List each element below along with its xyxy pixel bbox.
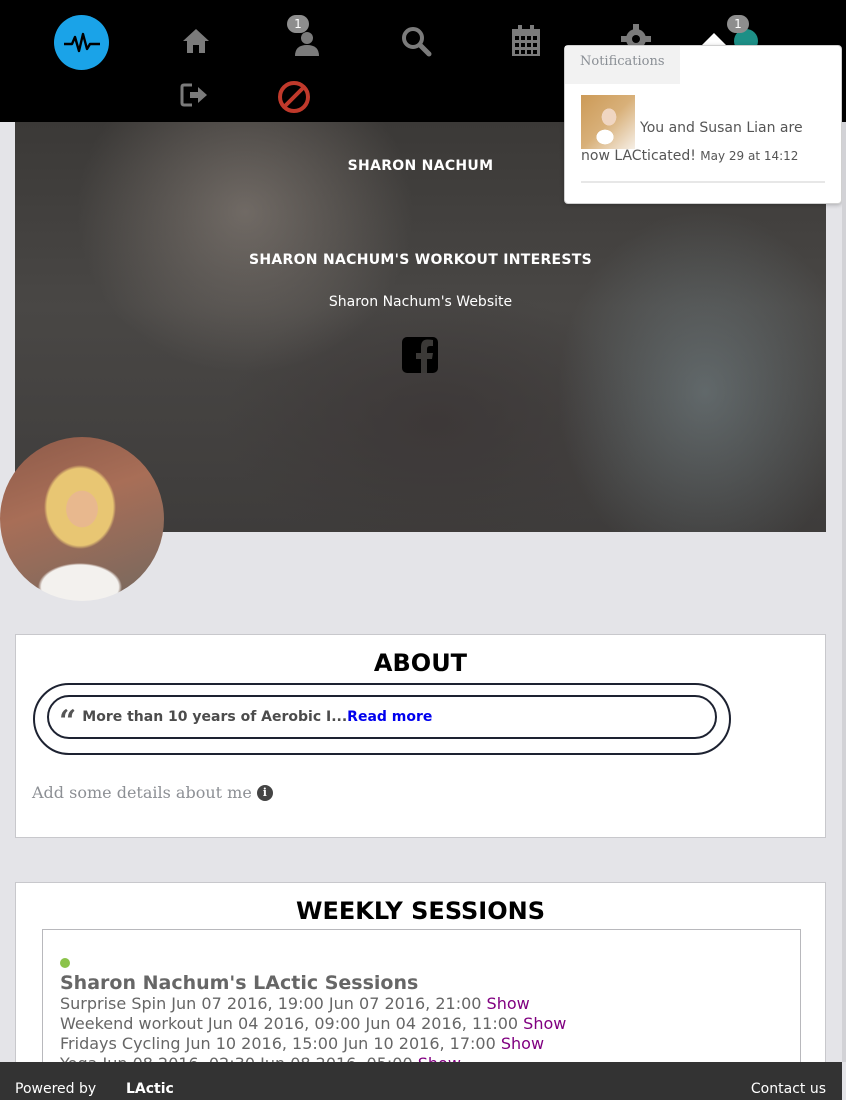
contact-us-link[interactable]: Contact us: [751, 1081, 826, 1097]
session-row: Fridays Cycling Jun 10 2016, 15:00 Jun 1…: [60, 1034, 544, 1053]
notification-divider: [581, 181, 825, 183]
footer-brand-link[interactable]: LActic: [126, 1081, 174, 1097]
footer-powered-by: Powered by: [15, 1081, 97, 1097]
sessions-heading: Sharon Nachum's LActic Sessions: [60, 972, 419, 994]
notification-text-line2: now LACticated!: [581, 148, 696, 164]
sessions-list: Sharon Nachum's LActic Sessions Surprise…: [42, 929, 801, 1071]
quote-icon: “: [59, 704, 77, 739]
add-details-link[interactable]: Add some details about me i: [32, 783, 273, 802]
session-text: Surprise Spin Jun 07 2016, 19:00 Jun 07 …: [60, 994, 482, 1013]
website-link[interactable]: Sharon Nachum's Website: [15, 294, 826, 310]
status-dot-icon: [60, 958, 70, 968]
notification-time: May 29 at 14:12: [700, 149, 799, 163]
weekly-sessions-card: WEEKLY SESSIONS Sharon Nachum's LActic S…: [15, 882, 826, 1084]
notifications-tab[interactable]: Notifications: [565, 46, 680, 84]
calendar-icon[interactable]: [509, 24, 543, 58]
session-row: Surprise Spin Jun 07 2016, 19:00 Jun 07 …: [60, 994, 530, 1013]
session-show-link[interactable]: Show: [501, 1034, 544, 1053]
info-icon[interactable]: i: [256, 784, 273, 801]
weekly-sessions-title: WEEKLY SESSIONS: [295, 897, 546, 925]
session-text: Weekend workout Jun 04 2016, 09:00 Jun 0…: [60, 1014, 519, 1033]
profile-badge: 1: [287, 15, 309, 33]
read-more-link[interactable]: Read more: [347, 709, 432, 725]
session-show-link[interactable]: Show: [487, 994, 530, 1013]
heartbeat-icon: [63, 32, 100, 52]
search-icon[interactable]: [399, 24, 433, 58]
popover-arrow: [702, 33, 726, 45]
home-icon[interactable]: [179, 24, 213, 58]
about-card: ABOUT “ More than 10 years of Aerobic I.…: [15, 634, 826, 838]
session-row: Weekend workout Jun 04 2016, 09:00 Jun 0…: [60, 1014, 566, 1033]
notification-item[interactable]: You and Susan Lian are now LACticated! M…: [581, 109, 831, 176]
notifications-popover: Notifications You and Susan Lian are now…: [564, 45, 842, 204]
notifications-badge: 1: [727, 15, 749, 33]
page-scrollbar[interactable]: [842, 122, 846, 1062]
profile-avatar[interactable]: [0, 437, 164, 601]
session-show-link[interactable]: Show: [523, 1014, 566, 1033]
workout-interests-title[interactable]: SHARON NACHUM'S WORKOUT INTERESTS: [15, 252, 826, 268]
session-text: Fridays Cycling Jun 10 2016, 15:00 Jun 1…: [60, 1034, 496, 1053]
logout-icon[interactable]: [178, 78, 212, 112]
about-quote: “ More than 10 years of Aerobic I... Read…: [47, 695, 717, 739]
block-icon[interactable]: [277, 80, 311, 114]
add-details-label: Add some details about me: [32, 783, 252, 802]
about-excerpt: More than 10 years of Aerobic I...: [82, 709, 348, 725]
facebook-icon[interactable]: [402, 337, 438, 373]
app-logo[interactable]: [54, 15, 109, 70]
about-title: ABOUT: [373, 649, 468, 677]
about-quote-box: “ More than 10 years of Aerobic I... Read…: [33, 683, 731, 755]
footer: Powered by LActic Contact us: [0, 1062, 842, 1100]
